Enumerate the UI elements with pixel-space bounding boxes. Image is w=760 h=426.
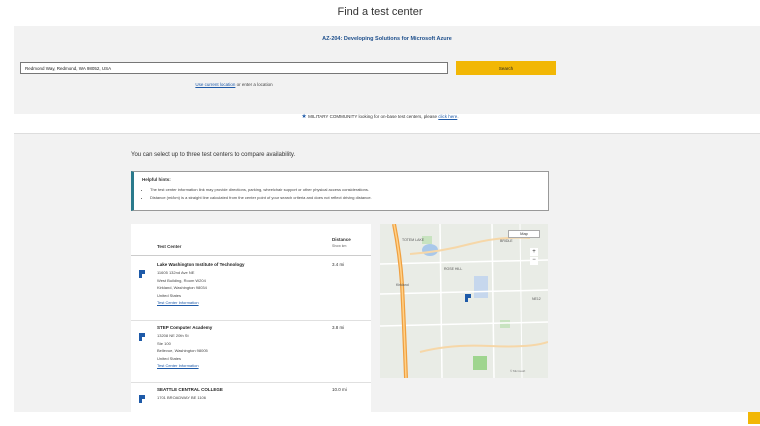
park-area bbox=[473, 356, 487, 370]
map-label-rose-hill: ROSE HILL bbox=[444, 267, 462, 271]
test-center-name: Lake Washington Institute of Technology bbox=[157, 262, 245, 267]
location-helper-text: or enter a location bbox=[235, 82, 273, 87]
road-line bbox=[380, 289, 548, 295]
row-divider bbox=[131, 382, 371, 383]
test-center-distance: 3.8 mi bbox=[332, 325, 345, 330]
location-helper: Use current location or enter a location bbox=[14, 82, 454, 87]
map-label-totem-lake: TOTEM LAKE bbox=[402, 238, 425, 242]
address-line: United States bbox=[157, 292, 182, 298]
compare-instructions: You can select up to three test centers … bbox=[131, 152, 296, 158]
exam-title: AZ-204: Developing Solutions for Microso… bbox=[322, 36, 452, 42]
road-line bbox=[439, 224, 443, 378]
military-period: . bbox=[457, 114, 459, 119]
header-divider bbox=[131, 255, 371, 256]
address-line: Bellevue, Washington 98005 bbox=[157, 348, 208, 353]
pearson-logo-icon bbox=[139, 395, 145, 403]
lake-area bbox=[422, 244, 438, 256]
military-notice: ★ MILITARY COMMUNITY looking for on-base… bbox=[0, 113, 760, 120]
test-center-address: 11605 132nd Ave NE West Building, Room W… bbox=[157, 269, 207, 307]
map-label-bridle: BRIDLE bbox=[500, 239, 513, 243]
address-line: United States bbox=[157, 355, 182, 361]
test-center-name: SEATTLE CENTRAL COLLEGE bbox=[157, 387, 223, 392]
map-label-right: NE12 bbox=[532, 297, 541, 301]
page-title: Find a test center bbox=[337, 6, 423, 18]
helpful-hints-box: Helpful hints: The test center informati… bbox=[131, 171, 549, 211]
col-header-distance: Distance bbox=[332, 237, 351, 242]
road-line bbox=[419, 341, 548, 353]
test-center-info-link[interactable]: Test Center Information bbox=[157, 362, 208, 370]
address-line: 13208 NE 20th St bbox=[157, 333, 189, 338]
test-center-distance: 10.0 mi bbox=[332, 387, 347, 392]
water-area bbox=[474, 276, 488, 298]
address-line: West Building, Room W204 bbox=[157, 277, 206, 283]
test-center-name: STEP Computer Academy bbox=[157, 325, 213, 330]
use-current-location-link[interactable]: Use current location bbox=[195, 82, 235, 87]
pearson-logo-icon bbox=[139, 270, 145, 278]
test-center-map[interactable]: TOTEM LAKE BRIDLE ROSE HILL Kirkland NE1… bbox=[380, 224, 548, 378]
show-km-toggle[interactable]: Show km bbox=[332, 244, 346, 248]
military-click-here-link[interactable]: click here bbox=[438, 114, 457, 119]
feedback-button[interactable] bbox=[748, 412, 760, 424]
highway-line bbox=[392, 224, 408, 378]
test-center-info-link[interactable]: Test Center Information bbox=[157, 299, 207, 307]
hint-item: Distance (mi/km) is a straight line calc… bbox=[150, 195, 540, 200]
map-view-label: Map bbox=[520, 231, 528, 236]
col-header-test-center: Test Center bbox=[157, 244, 182, 249]
address-line: Kirkland, Washington 98034 bbox=[157, 285, 207, 290]
test-center-address: 1701 BROADWAY BE 1106 bbox=[157, 394, 206, 402]
address-line: 11605 132nd Ave NE bbox=[157, 270, 195, 275]
address-line: Ste 100 bbox=[157, 340, 171, 346]
hint-item: The test center information link may pro… bbox=[150, 187, 540, 192]
road-line bbox=[519, 224, 523, 378]
park-area bbox=[500, 320, 510, 328]
row-divider bbox=[131, 320, 371, 321]
map-canvas: TOTEM LAKE BRIDLE ROSE HILL Kirkland NE1… bbox=[380, 224, 548, 378]
map-label-city: Kirkland bbox=[396, 283, 409, 287]
zoom-out-button[interactable]: − bbox=[530, 257, 538, 265]
location-search-input[interactable] bbox=[20, 62, 448, 74]
zoom-in-button[interactable]: + bbox=[530, 248, 538, 256]
address-line: 1701 BROADWAY BE 1106 bbox=[157, 395, 206, 400]
road-line bbox=[491, 224, 495, 378]
road-line bbox=[380, 259, 548, 265]
search-panel: AZ-204: Developing Solutions for Microso… bbox=[14, 26, 760, 114]
test-center-list: Test Center Distance Show km Lake Washin… bbox=[131, 224, 371, 412]
test-center-distance: 3.4 mi bbox=[332, 262, 345, 267]
map-view-toggle[interactable]: Map bbox=[508, 230, 540, 238]
search-button[interactable]: Search bbox=[456, 61, 556, 75]
military-text: MILITARY COMMUNITY looking for on-base t… bbox=[308, 114, 439, 119]
map-attribution: © Microsoft bbox=[510, 369, 525, 373]
star-icon: ★ bbox=[301, 114, 307, 120]
test-center-address: 13208 NE 20th St Ste 100 Bellevue, Washi… bbox=[157, 332, 208, 370]
helpful-hints-title: Helpful hints: bbox=[142, 177, 171, 182]
map-marker-icon[interactable] bbox=[465, 294, 471, 302]
pearson-logo-icon bbox=[139, 333, 145, 341]
